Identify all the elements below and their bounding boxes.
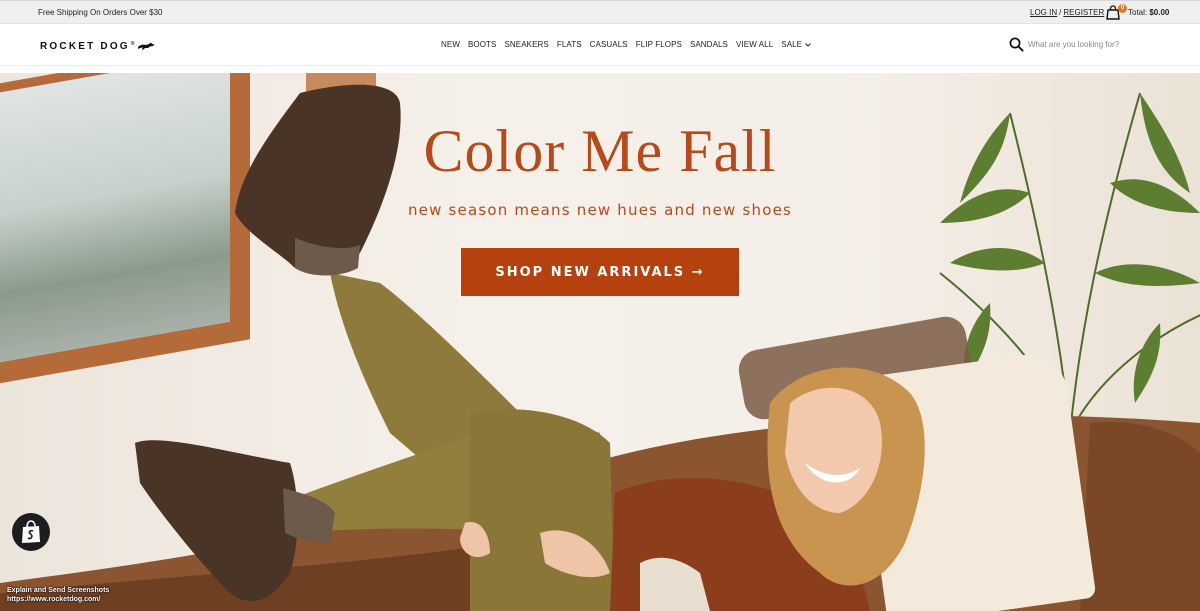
cart-count-badge: 0 <box>1118 4 1127 13</box>
running-dog-icon <box>138 42 155 50</box>
watermark-url: https://www.rocketdog.com/ <box>7 596 101 603</box>
nav-flip-flops[interactable]: FLIP FLOPS <box>636 40 682 49</box>
cart-total[interactable]: Total: $0.00 <box>1128 8 1169 17</box>
hero-banner[interactable]: Color Me Fall new season means new hues … <box>0 73 1200 611</box>
logo-text: ROCKET DOG <box>40 40 130 52</box>
nav-new[interactable]: NEW <box>441 40 460 49</box>
nav-boots[interactable]: BOOTS <box>468 40 497 49</box>
search-icon[interactable] <box>1009 37 1024 52</box>
nav-casuals[interactable]: CASUALS <box>590 40 628 49</box>
nav-view-all[interactable]: VIEW ALL <box>736 40 773 49</box>
shopify-bag-icon[interactable] <box>12 513 50 551</box>
nav-sale-label: SALE <box>781 40 803 49</box>
cart-total-value: $0.00 <box>1149 8 1170 17</box>
nav-flats[interactable]: FLATS <box>557 40 582 49</box>
cart-total-label: Total: <box>1128 8 1148 17</box>
hero-subheadline: new season means new hues and new shoes <box>407 201 793 219</box>
screenshot-watermark: Explain and Send Screenshots https://www… <box>7 586 109 604</box>
logo[interactable]: ROCKET DOG ® <box>40 40 155 52</box>
page: Free Shipping On Orders Over $30 LOG IN /… <box>0 0 1200 611</box>
register-link[interactable]: REGISTER <box>1063 8 1104 17</box>
search-input[interactable] <box>1028 37 1178 52</box>
watermark-title: Explain and Send Screenshots <box>7 587 110 594</box>
shop-new-arrivals-button[interactable]: SHOP NEW ARRIVALS → <box>461 248 739 296</box>
chevron-down-icon <box>805 42 811 47</box>
logo-registered-mark: ® <box>130 40 135 47</box>
account-links: LOG IN / REGISTER <box>1030 8 1104 17</box>
site-header: ROCKET DOG ® NEW BOOTS SNEAKERS FLATS CAS… <box>0 24 1200 66</box>
account-separator: / <box>1059 8 1062 17</box>
hero-headline: Color Me Fall <box>423 118 777 184</box>
nav-sneakers[interactable]: SNEAKERS <box>504 40 548 49</box>
login-link[interactable]: LOG IN <box>1030 8 1057 17</box>
announcement-bar: Free Shipping On Orders Over $30 LOG IN /… <box>0 0 1200 24</box>
nav-sale[interactable]: SALE <box>781 40 811 49</box>
nav-sandals[interactable]: SANDALS <box>690 40 728 49</box>
main-nav: NEW BOOTS SNEAKERS FLATS CASUALS FLIP FL… <box>441 40 811 49</box>
free-shipping-text: Free Shipping On Orders Over $30 <box>38 8 163 17</box>
